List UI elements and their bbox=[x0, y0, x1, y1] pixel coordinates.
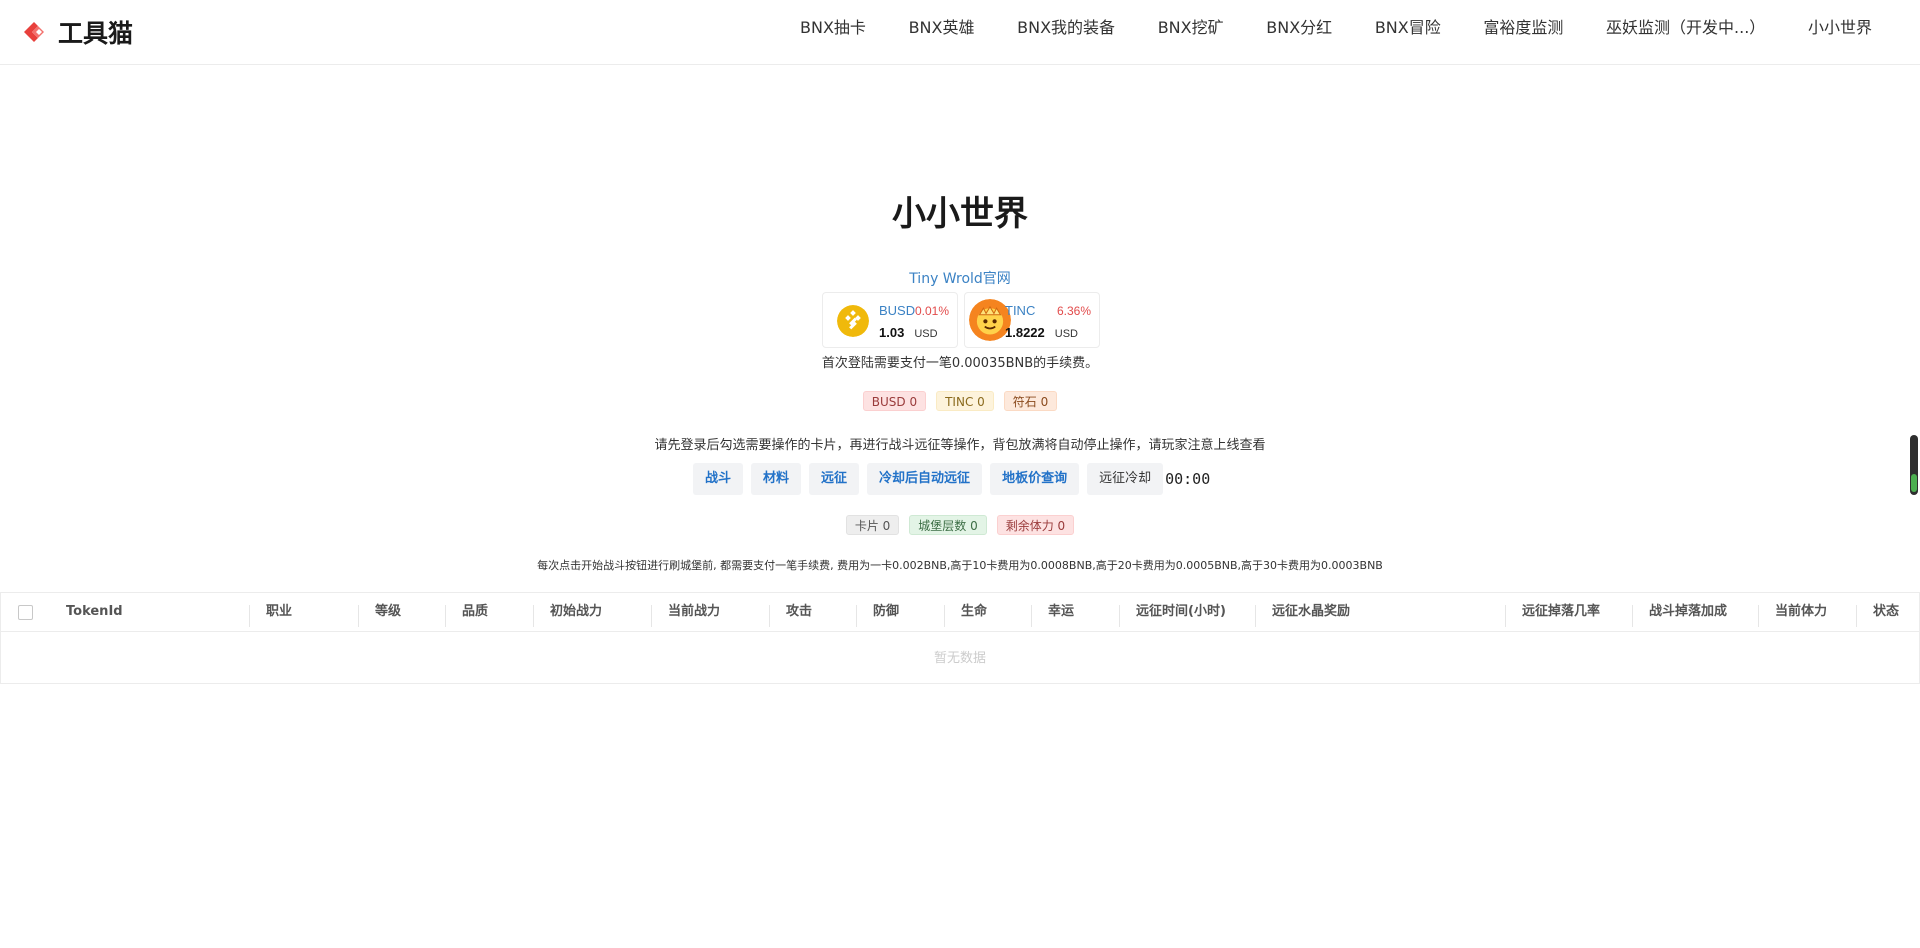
nav-bnx-adventure[interactable]: BNX冒险 bbox=[1375, 14, 1441, 38]
battle-button[interactable]: 战斗 bbox=[693, 463, 744, 495]
token-unit: USD bbox=[914, 328, 938, 340]
token-price: 1.8222 USD bbox=[1005, 325, 1078, 340]
column-header-defense[interactable]: 防御 bbox=[857, 593, 945, 631]
busd-balance-badge: BUSD 0 bbox=[862, 391, 927, 411]
nav-bnx-my-equipment[interactable]: BNX我的装备 bbox=[1017, 14, 1115, 38]
instruction-text: 请先登录后勾选需要操作的卡片，再进行战斗远征等操作，背包放满将自动停止操作，请玩… bbox=[654, 438, 1266, 453]
expedition-cooldown-timer: 00:00 bbox=[1165, 470, 1211, 488]
token-price-value: 1.03 bbox=[879, 325, 905, 340]
card-count-badge: 卡片 0 bbox=[845, 515, 900, 535]
column-header-class[interactable]: 职业 bbox=[250, 593, 359, 631]
auto-expedition-button[interactable]: 冷却后自动远征 bbox=[867, 463, 983, 495]
column-header-level[interactable]: 等级 bbox=[359, 593, 446, 631]
main-nav: BNX抽卡 BNX英雄 BNX我的装备 BNX挖矿 BNX分红 BNX冒险 富裕… bbox=[760, 0, 1920, 52]
column-header-quality[interactable]: 品质 bbox=[446, 593, 534, 631]
token-change: 0.01% bbox=[914, 304, 949, 318]
token-price: 1.03 USD bbox=[879, 325, 938, 340]
scrollbar-thumb[interactable] bbox=[1911, 474, 1917, 492]
token-unit: USD bbox=[1054, 328, 1078, 340]
column-header-current-stamina[interactable]: 当前体力 bbox=[1759, 593, 1857, 631]
nav-lich-monitor[interactable]: 巫妖监测（开发中...） bbox=[1606, 14, 1765, 38]
login-fee-note: 首次登陆需要支付一笔0.00035BNB的手续费。 bbox=[821, 356, 1099, 371]
column-header-attack[interactable]: 攻击 bbox=[770, 593, 857, 631]
floor-price-button[interactable]: 地板价查询 bbox=[990, 463, 1080, 495]
battle-fee-rules: 每次点击开始战斗按钮进行刷城堡前, 都需要支付一笔手续费, 费用为一卡0.002… bbox=[537, 559, 1383, 572]
nav-bnx-dividend[interactable]: BNX分红 bbox=[1266, 14, 1332, 38]
nav-bnx-mining[interactable]: BNX挖矿 bbox=[1158, 14, 1224, 38]
stamina-badge: 剩余体力 0 bbox=[996, 515, 1075, 535]
token-name[interactable]: TINC bbox=[1005, 303, 1035, 318]
nav-bnx-heroes[interactable]: BNX英雄 bbox=[909, 14, 975, 38]
tinc-balance-badge: TINC 0 bbox=[936, 391, 994, 411]
column-header-luck[interactable]: 幸运 bbox=[1032, 593, 1120, 631]
cards-table: TokenId 职业 等级 品质 初始战力 当前战力 攻击 防御 生命 幸运 远… bbox=[0, 592, 1920, 684]
token-name[interactable]: BUSD bbox=[879, 303, 915, 318]
select-all-checkbox[interactable] bbox=[18, 605, 33, 620]
column-header-status[interactable]: 状态 bbox=[1857, 593, 1919, 631]
table-empty-text: 暂无数据 bbox=[933, 651, 986, 666]
action-bar: 战斗 材料 远征 冷却后自动远征 地板价查询 远征冷却 00:00 bbox=[693, 463, 1210, 495]
column-header-expedition-crystal-reward[interactable]: 远征水晶奖励 bbox=[1256, 593, 1506, 631]
column-header-current-power[interactable]: 当前战力 bbox=[652, 593, 770, 631]
page-title: 小小世界 bbox=[892, 194, 1028, 234]
expedition-cooldown-label: 远征冷却 bbox=[1087, 463, 1164, 495]
logo[interactable]: 工具猫 bbox=[20, 14, 133, 50]
cat-logo-icon bbox=[24, 22, 44, 42]
token-change: 6.36% bbox=[1056, 304, 1091, 318]
column-header-initial-power[interactable]: 初始战力 bbox=[534, 593, 652, 631]
material-button[interactable]: 材料 bbox=[751, 463, 802, 495]
token-price-cards: BUSD 0.01% 1.03 USD TINC 6.36% 1.8222 USD bbox=[822, 292, 1100, 348]
castle-floor-badge: 城堡层数 0 bbox=[909, 515, 987, 535]
nav-bnx-draw[interactable]: BNX抽卡 bbox=[800, 14, 866, 38]
page-scrollbar[interactable] bbox=[1910, 435, 1918, 495]
table-header: TokenId 职业 等级 品质 初始战力 当前战力 攻击 防御 生命 幸运 远… bbox=[1, 593, 1919, 632]
nav-wealth-monitor[interactable]: 富裕度监测 bbox=[1483, 14, 1563, 38]
official-site-link[interactable]: Tiny Wrold官网 bbox=[0, 268, 1920, 288]
nav-tiny-world[interactable]: 小小世界 bbox=[1808, 14, 1872, 38]
top-header: 工具猫 BNX抽卡 BNX英雄 BNX我的装备 BNX挖矿 BNX分红 BNX冒… bbox=[0, 0, 1920, 65]
balance-badges: BUSD 0 TINC 0 符石 0 bbox=[0, 391, 1920, 411]
column-header-expedition-time[interactable]: 远征时间(小时) bbox=[1120, 593, 1256, 631]
expedition-button[interactable]: 远征 bbox=[809, 463, 860, 495]
busd-logo-icon bbox=[837, 305, 869, 337]
token-card-busd: BUSD 0.01% 1.03 USD bbox=[822, 292, 958, 348]
column-header-tokenid[interactable]: TokenId bbox=[50, 593, 250, 631]
rune-balance-badge: 符石 0 bbox=[1003, 391, 1058, 411]
token-card-tinc: TINC 6.36% 1.8222 USD bbox=[964, 292, 1100, 348]
column-header-health[interactable]: 生命 bbox=[945, 593, 1032, 631]
column-header-battle-drop-bonus[interactable]: 战斗掉落加成 bbox=[1633, 593, 1759, 631]
count-badges: 卡片 0 城堡层数 0 剩余体力 0 bbox=[0, 515, 1920, 535]
column-header-expedition-drop-rate[interactable]: 远征掉落几率 bbox=[1506, 593, 1633, 631]
logo-text: 工具猫 bbox=[58, 19, 134, 48]
token-price-value: 1.8222 bbox=[1005, 325, 1045, 340]
